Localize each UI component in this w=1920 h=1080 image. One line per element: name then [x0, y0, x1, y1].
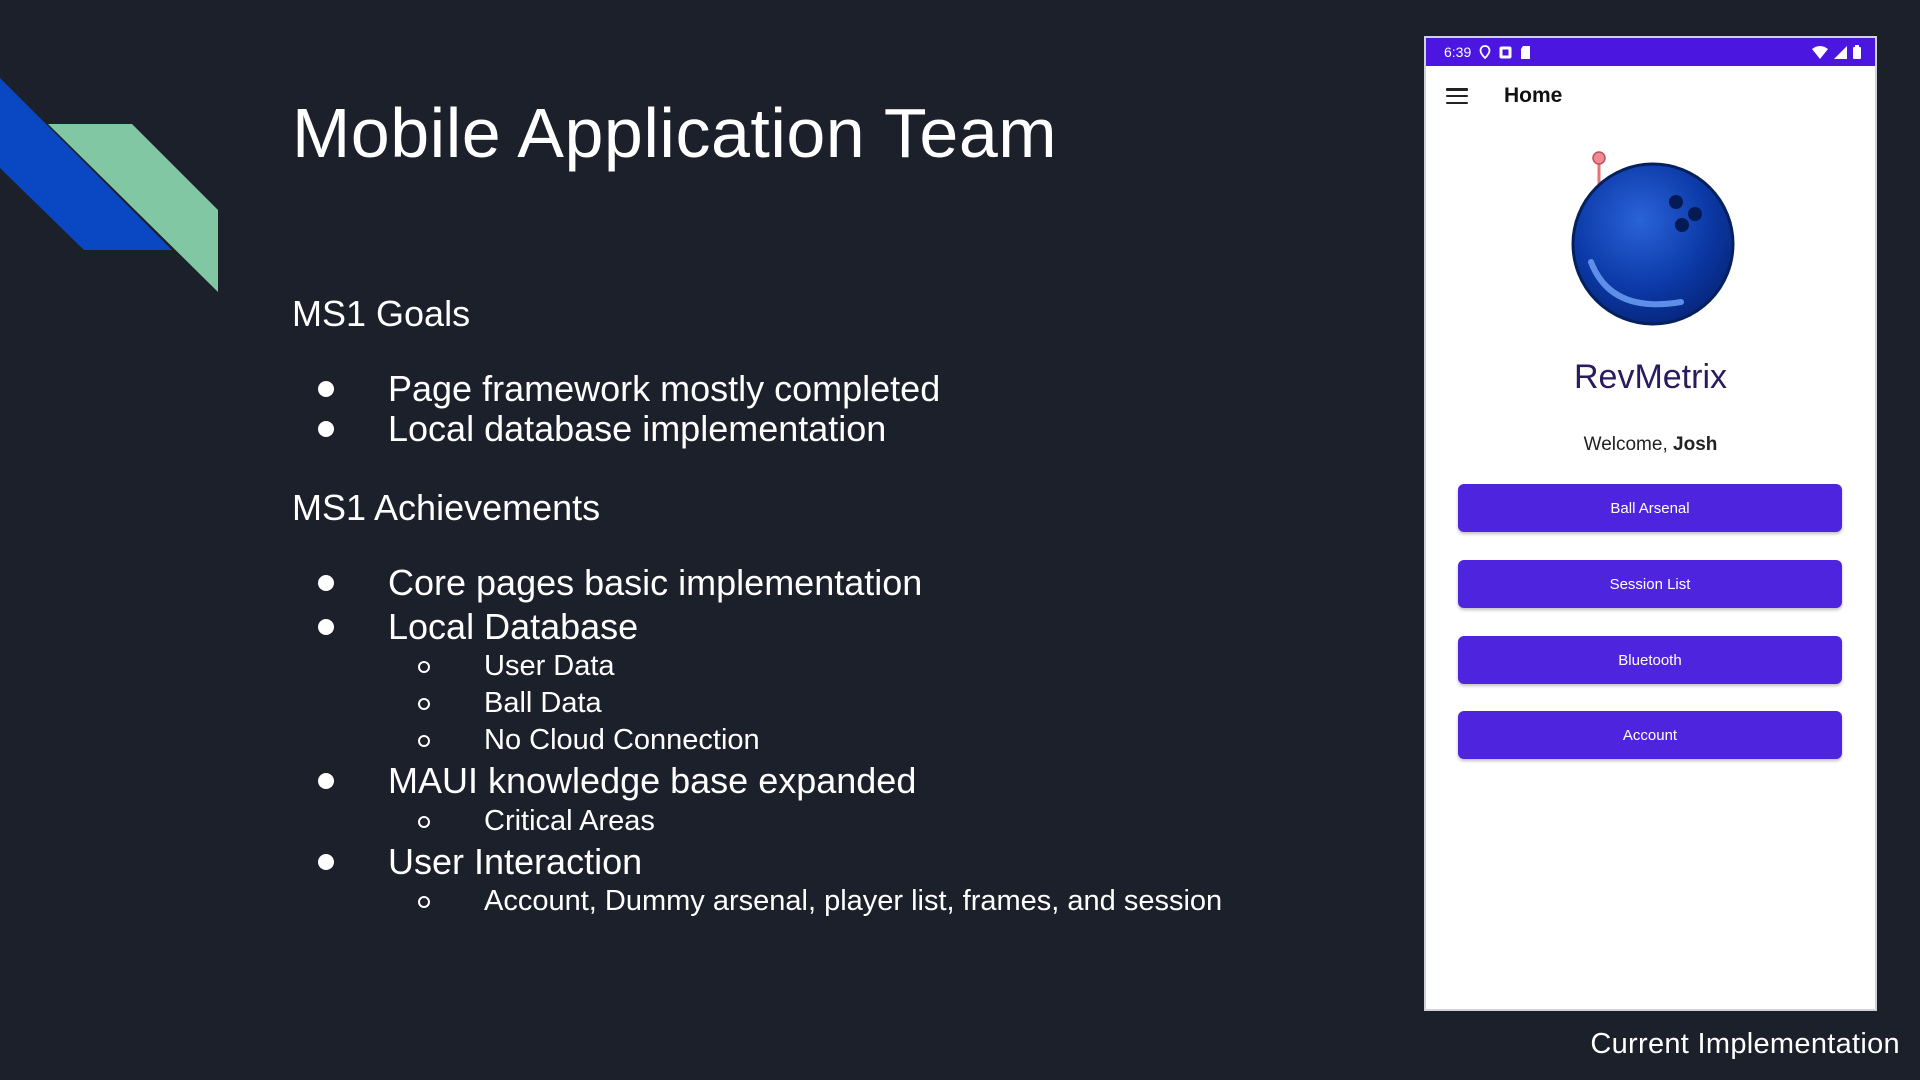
- battery-icon: [1853, 45, 1861, 59]
- decorative-stripes-icon: [0, 78, 218, 292]
- session-list-button[interactable]: Session List: [1458, 560, 1842, 608]
- welcome-message: Welcome, Josh: [1426, 434, 1875, 456]
- list-item-text: Local database implementation: [388, 408, 887, 449]
- bullet-dot-icon: [318, 421, 334, 437]
- list-item-text: Local Database: [388, 606, 639, 647]
- status-time: 6:39: [1444, 44, 1472, 60]
- bullet-dot-icon: [318, 854, 334, 870]
- sub-list-item: Account, Dummy arsenal, player list, fra…: [418, 885, 1222, 918]
- notification-icon: [1499, 46, 1512, 58]
- bluetooth-button[interactable]: Bluetooth: [1458, 636, 1842, 684]
- sub-list-item: No Cloud Connection: [418, 724, 760, 757]
- bullet-circle-icon: [418, 895, 430, 908]
- list-item: Page framework mostly completed: [318, 368, 940, 410]
- section-heading-goals: MS1 Goals: [292, 293, 471, 334]
- sub-list-item-text: Account, Dummy arsenal, player list, fra…: [484, 885, 1223, 917]
- sub-list-item-text: Critical Areas: [484, 805, 655, 837]
- slide: Mobile Application Team MS1 Goals Page f…: [0, 0, 1920, 1080]
- list-item: Core pages basic implementation: [318, 562, 922, 604]
- hamburger-menu-icon[interactable]: [1446, 88, 1468, 104]
- sub-list-item: Critical Areas: [418, 805, 655, 838]
- bullet-dot-icon: [318, 575, 334, 591]
- bullet-circle-icon: [418, 734, 430, 747]
- ball-arsenal-button[interactable]: Ball Arsenal: [1458, 484, 1842, 532]
- bullet-circle-icon: [418, 660, 430, 673]
- list-item-text: User Interaction: [388, 841, 643, 882]
- list-item-text: MAUI knowledge base expanded: [388, 760, 917, 801]
- status-bar: 6:39: [1426, 38, 1875, 66]
- logo: [1426, 142, 1875, 332]
- app-bar: Home: [1426, 66, 1875, 126]
- app-bar-title: Home: [1504, 84, 1563, 107]
- account-button[interactable]: Account: [1458, 711, 1842, 759]
- bullet-circle-icon: [418, 697, 430, 710]
- location-icon: [1479, 45, 1491, 59]
- list-item-text: Page framework mostly completed: [388, 368, 941, 409]
- slide-title: Mobile Application Team: [292, 94, 1058, 172]
- cell-signal-icon: [1834, 45, 1847, 59]
- list-item-text: Core pages basic implementation: [388, 562, 923, 603]
- wifi-icon: [1812, 45, 1828, 59]
- bullet-dot-icon: [318, 381, 334, 397]
- sub-list-item-text: No Cloud Connection: [484, 724, 760, 756]
- sub-list-item-text: Ball Data: [484, 687, 602, 719]
- list-item: MAUI knowledge base expanded: [318, 760, 916, 802]
- list-item: Local database implementation: [318, 408, 886, 450]
- sd-card-icon: [1521, 45, 1531, 59]
- bullet-dot-icon: [318, 773, 334, 789]
- sub-list-item: User Data: [418, 650, 615, 683]
- caption-current-implementation: Current Implementation: [1590, 1028, 1900, 1060]
- bullet-circle-icon: [418, 815, 430, 828]
- section-heading-achievements: MS1 Achievements: [292, 487, 601, 528]
- list-item: Local Database: [318, 606, 638, 648]
- welcome-prefix: Welcome,: [1583, 434, 1668, 455]
- bullet-dot-icon: [318, 619, 334, 635]
- sub-list-item-text: User Data: [484, 650, 615, 682]
- phone-screen: 6:39 Home RevMetrix Welcome, Josh Ball A…: [1426, 38, 1875, 1009]
- list-item: User Interaction: [318, 841, 642, 883]
- bowling-ball-logo-icon: [1571, 151, 1734, 326]
- app-brand-name: RevMetrix: [1573, 358, 1728, 396]
- user-name: Josh: [1673, 434, 1718, 455]
- sub-list-item: Ball Data: [418, 687, 602, 720]
